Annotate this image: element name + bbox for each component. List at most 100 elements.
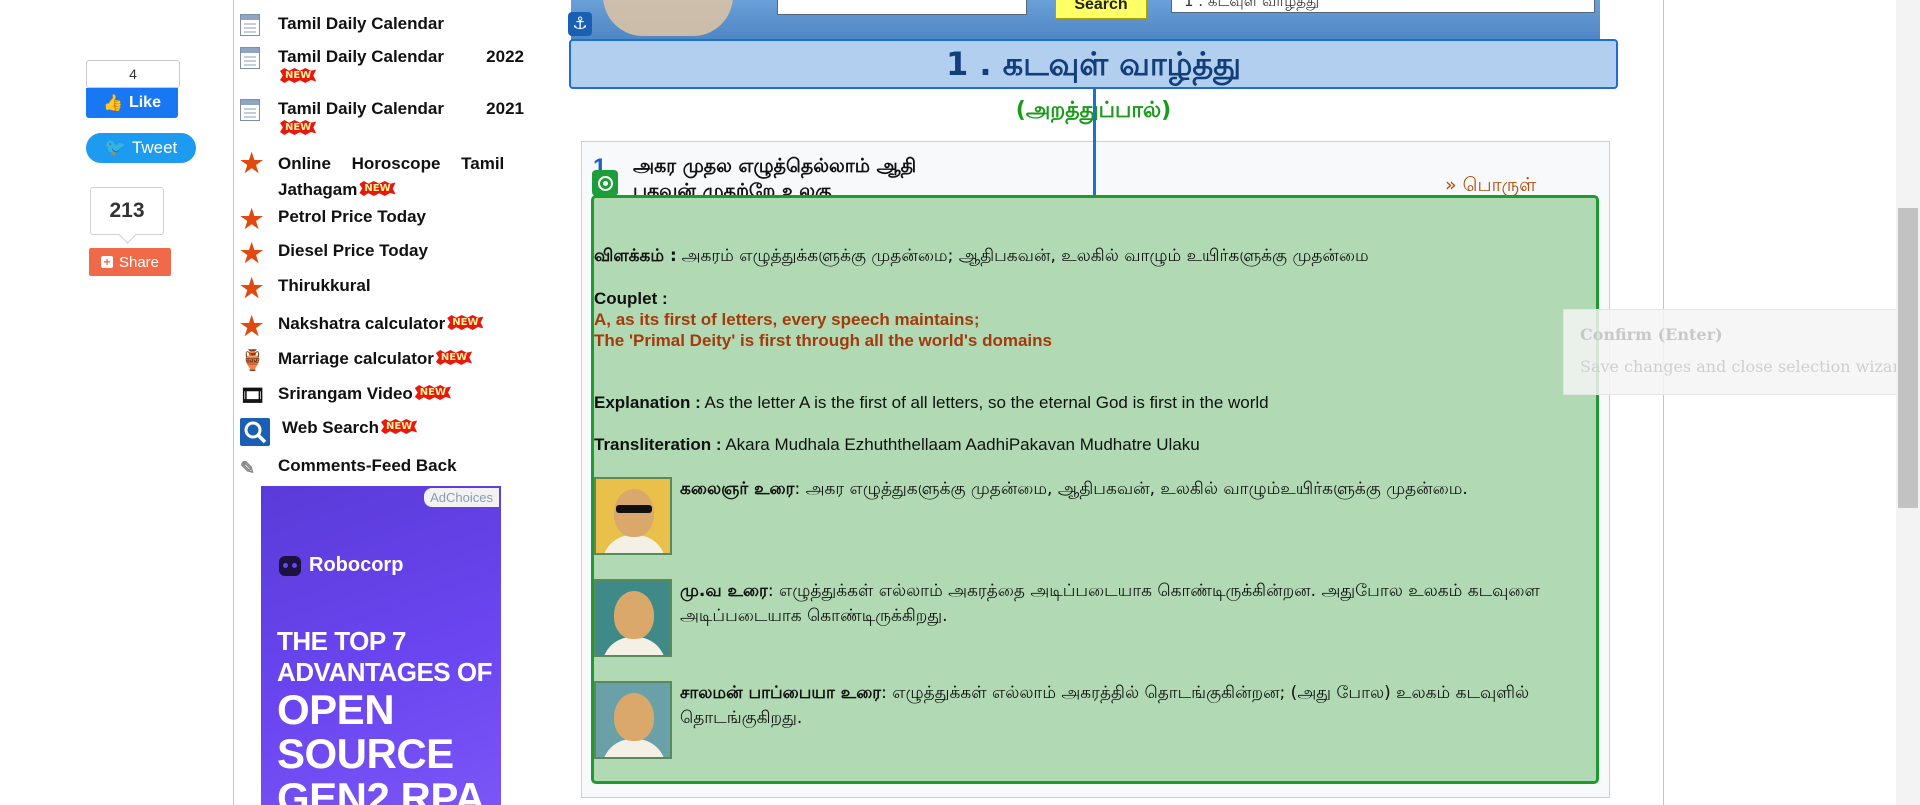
nav-item-web-search[interactable]: Web Search NEW [240, 418, 418, 446]
kalash-icon: 🏺 [240, 350, 265, 372]
nav-item-label: Srirangam Video [278, 384, 413, 403]
share-label: Share [118, 253, 160, 271]
nav-item-label: Petrol Price Today [278, 207, 427, 226]
robocorp-advertisement[interactable]: AdChoices Robocorp THE TOP 7 ADVANTAGES … [261, 486, 501, 805]
ad-headline-line: SOURCE [277, 730, 454, 777]
nav-item-label: Comments-Feed Back [278, 456, 457, 475]
ad-choices-label[interactable]: AdChoices [424, 488, 499, 507]
chapter-select[interactable]: 1 . கடவுள் வாழ்த்து [1171, 0, 1595, 13]
left-sidebar: Tamil Daily Calendar Tamil Daily Calenda… [233, 0, 529, 805]
new-badge: NEW [414, 385, 452, 400]
commentary-text: கலைஞர் உரை: அகர எழுத்துகளுக்கு முதன்மை, … [680, 477, 1570, 502]
tweet-label: Tweet [131, 138, 178, 157]
commentator-name: மு.வ உரை [680, 581, 768, 601]
calendar-icon [240, 47, 266, 71]
facebook-like-label: Like [128, 94, 161, 111]
nav-item-tamil-daily-calendar-2021[interactable]: Tamil Daily Calendar 2021 NEW [240, 99, 524, 139]
film-icon: 🎞 [240, 385, 266, 407]
tweet-button[interactable]: 🐦 Tweet [86, 133, 196, 163]
target-icon[interactable] [592, 170, 618, 196]
nav-item-thirukkural[interactable]: ★ Thirukkural [240, 273, 371, 303]
star-icon: ★ [240, 204, 264, 234]
share-count: 213 [90, 187, 164, 235]
ad-headline-line: THE TOP 7 [277, 626, 406, 656]
nav-item-online-horoscope[interactable]: ★ Online Horoscope Tamil Jathagam NEW [240, 148, 524, 203]
kural-verse: அகர முதல எழுத்தெல்லாம் ஆதி பகவன் முதற்றே… [633, 154, 1033, 198]
nav-item-label: Tamil Daily Calendar [278, 47, 444, 66]
nav-item-srirangam-video[interactable]: 🎞 Srirangam Video NEW [240, 384, 452, 408]
star-icon: ★ [240, 148, 264, 178]
nav-item-diesel-price[interactable]: ★ Diesel Price Today [240, 238, 428, 268]
nav-item-year: 2022 [486, 47, 524, 66]
avatar [594, 579, 672, 657]
search-icon [240, 418, 270, 446]
ad-brand-logo: Robocorp [279, 554, 403, 577]
header-banner: Search 1 . கடவுள் வாழ்த்து [571, 0, 1600, 40]
chapter-title: 1 . கடவுள் வாழ்த்து [569, 39, 1618, 89]
pencil-icon: ✎ [240, 458, 256, 478]
robot-icon [279, 555, 301, 576]
transliteration-label: Transliteration : [594, 435, 722, 454]
nav-item-comments-feedback[interactable]: ✎ Comments-Feed Back [240, 456, 457, 480]
nav-item-marriage-calculator[interactable]: 🏺 Marriage calculator NEW [240, 349, 473, 373]
divider-line [1093, 89, 1096, 195]
thumbs-up-icon: 👍 [103, 95, 123, 112]
nav-item-label: Diesel Price Today [278, 241, 428, 260]
facebook-like-button[interactable]: 👍 Like [86, 88, 178, 118]
nav-item-nakshatra-calculator[interactable]: ★ Nakshatra calculator NEW [240, 311, 484, 341]
explanation-row: Explanation : As the letter A is the fir… [594, 393, 1594, 413]
couplet-line: A, as its first of letters, every speech… [594, 310, 980, 329]
commentary-body: : அகர எழுத்துகளுக்கு முதன்மை, ஆதிபகவன், … [794, 479, 1468, 499]
kural-verse-line: அகர முதல எழுத்தெல்லாம் ஆதி [633, 155, 917, 177]
nav-item-label: Thirukkural [278, 276, 371, 295]
tooltip-title: Confirm (Enter) [1580, 325, 1723, 344]
search-button[interactable]: Search [1055, 0, 1147, 19]
nav-item-label: Tamil Daily Calendar [278, 14, 444, 33]
star-icon: ★ [240, 238, 264, 268]
commentary-kalaignar: கலைஞர் உரை: அகர எழுத்துகளுக்கு முதன்மை, … [594, 477, 1594, 555]
commentator-name: சாலமன் பாப்பையா உரை [680, 683, 882, 703]
commentary-solomon-pappaiah: சாலமன் பாப்பையா உரை: எழுத்துக்கள் எல்லாம… [594, 681, 1594, 759]
avatar [594, 477, 672, 555]
star-icon: ★ [240, 273, 264, 303]
commentator-name: கலைஞர் உரை [680, 479, 795, 499]
nav-item-petrol-price[interactable]: ★ Petrol Price Today [240, 204, 427, 234]
couplet-line: The 'Primal Deity' is first through all … [594, 331, 1052, 350]
commentary-text: சாலமன் பாப்பையா உரை: எழுத்துக்கள் எல்லாம… [680, 681, 1590, 731]
transliteration-text: Akara Mudhala Ezhuththellaam AadhiPakava… [725, 435, 1200, 454]
new-badge: NEW [280, 68, 317, 83]
vilakkam-text: அகரம் எழுத்துக்களுக்கு முதன்மை; ஆதிபகவன்… [681, 246, 1369, 266]
couplet-block: Couplet : A, as its first of letters, ev… [594, 288, 1594, 351]
calendar-icon [240, 99, 266, 123]
new-badge: NEW [280, 120, 317, 135]
new-badge: NEW [359, 181, 396, 196]
new-badge: NEW [447, 315, 484, 330]
scrollbar-thumb[interactable] [1898, 208, 1918, 508]
star-icon: ★ [240, 311, 264, 341]
banner-photo [603, 0, 733, 36]
new-badge: NEW [435, 350, 473, 365]
explanation-text: As the letter A is the first of all lett… [704, 393, 1269, 412]
nav-item-tamil-daily-calendar-2022[interactable]: Tamil Daily Calendar 2022 NEW [240, 47, 524, 87]
anchor-icon[interactable]: ⚓ [568, 12, 592, 36]
search-input[interactable] [777, 0, 1027, 15]
new-badge: NEW [381, 419, 418, 434]
vilakkam-label: விளக்கம் : [594, 246, 677, 266]
twitter-bird-icon: 🐦 [104, 138, 126, 157]
nav-item-label: Web Search [282, 418, 380, 437]
confirm-tooltip: Confirm (Enter) Save changes and close s… [1563, 309, 1920, 395]
nav-item-label-line2: Jathagam [278, 180, 358, 199]
tooltip-description: Save changes and close selection wizard. [1580, 357, 1916, 376]
share-button[interactable]: + Share [89, 248, 171, 276]
nav-item-label: Marriage calculator [278, 349, 434, 368]
nav-item-label: Tamil Daily Calendar [278, 99, 444, 118]
nav-item-label: Online Horoscope Tamil [278, 154, 505, 173]
nav-item-tamil-daily-calendar[interactable]: Tamil Daily Calendar [240, 14, 444, 38]
ad-headline-line: OPEN [277, 686, 395, 733]
plus-icon: + [100, 256, 113, 268]
ad-headline-line: GEN2 RPA [277, 774, 485, 805]
ad-headline: THE TOP 7 ADVANTAGES OF OPEN SOURCE GEN2… [277, 626, 492, 805]
facebook-like-count: 4 [86, 60, 180, 88]
nav-item-year: 2021 [486, 99, 524, 118]
avatar [594, 681, 672, 759]
